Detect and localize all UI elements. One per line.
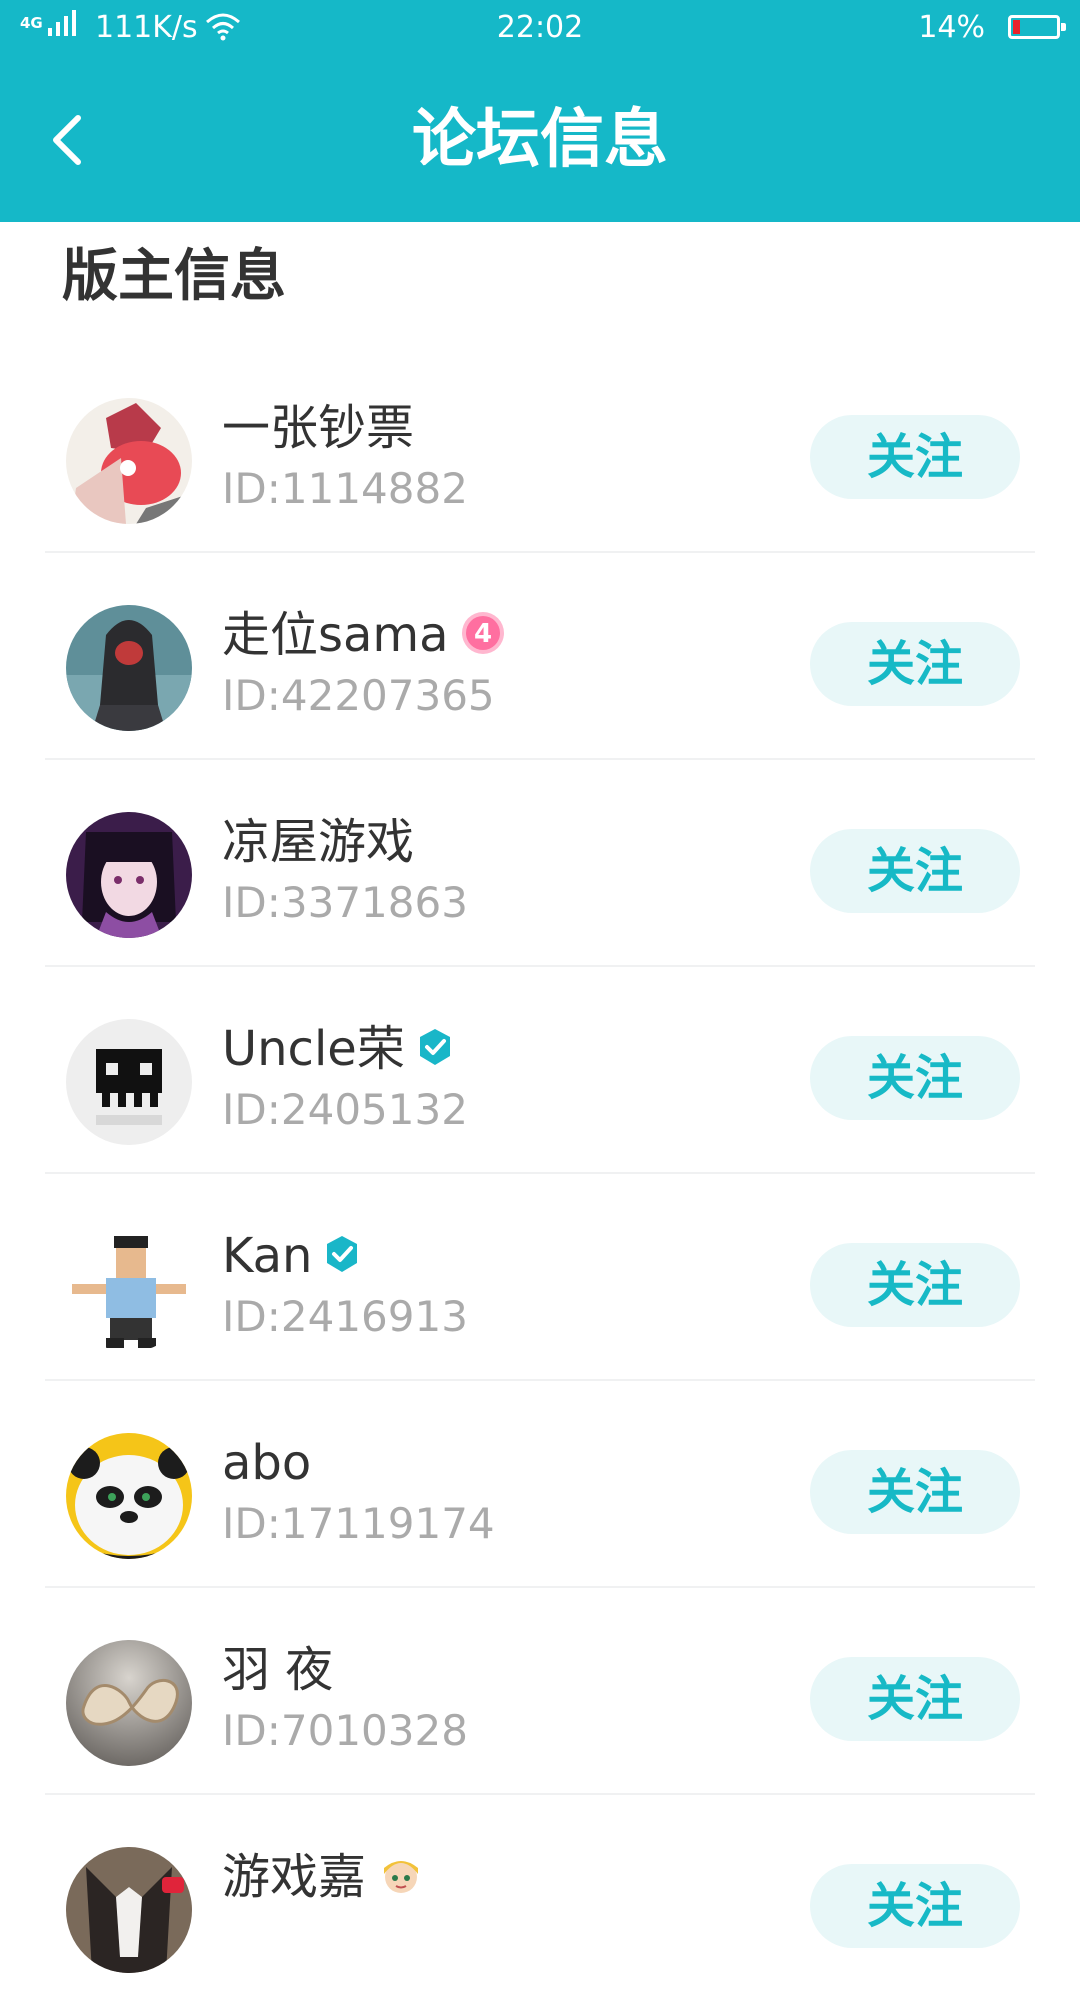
user-id: ID:2416913: [222, 1292, 468, 1341]
list-item[interactable]: abo ID:17119174 关注: [0, 1381, 1080, 1588]
avatar[interactable]: [66, 1847, 192, 1973]
follow-button[interactable]: 关注: [810, 415, 1020, 499]
user-name: 凉屋游戏: [222, 814, 415, 870]
user-id: ID:42207365: [222, 671, 495, 720]
follow-button[interactable]: 关注: [810, 1243, 1020, 1327]
page-title: 论坛信息: [412, 103, 668, 177]
battery-percent: 14%: [918, 10, 985, 45]
list-item[interactable]: Uncle荣 ID:2405132 关注: [0, 967, 1080, 1174]
user-name: abo: [222, 1435, 312, 1491]
emoji-badge-icon: [378, 1852, 424, 1902]
list-item[interactable]: 凉屋游戏 ID:3371863 关注: [0, 760, 1080, 967]
follow-button[interactable]: 关注: [810, 829, 1020, 913]
avatar[interactable]: [66, 1640, 192, 1766]
avatar[interactable]: [66, 1226, 192, 1352]
user-name: 走位sama: [222, 607, 449, 663]
section-title: 版主信息: [62, 244, 286, 309]
user-name: Uncle荣: [222, 1021, 405, 1077]
avatar[interactable]: [66, 1433, 192, 1559]
verified-icon: [417, 1028, 453, 1070]
avatar[interactable]: [66, 398, 192, 524]
user-name: 游戏嘉: [222, 1849, 367, 1905]
list-item[interactable]: 一张钞票 ID:1114882 关注: [0, 346, 1080, 553]
user-name: 一张钞票: [222, 400, 415, 456]
list-item[interactable]: Kan ID:2416913 关注: [0, 1174, 1080, 1381]
user-id: ID:1114882: [222, 464, 468, 513]
list-item[interactable]: 走位sama 4 ID:42207365 关注: [0, 553, 1080, 760]
user-name: 羽 夜: [222, 1642, 334, 1698]
follow-button[interactable]: 关注: [810, 1450, 1020, 1534]
level-badge: 4: [461, 611, 505, 659]
avatar[interactable]: [66, 605, 192, 731]
follow-button[interactable]: 关注: [810, 1657, 1020, 1741]
status-bar: 4G 111K/s 22:02 14%: [0, 0, 1080, 58]
user-id: ID:2405132: [222, 1085, 468, 1134]
verified-icon: [324, 1235, 360, 1277]
user-id: ID:7010328: [222, 1706, 468, 1755]
app-header: 论坛信息: [0, 58, 1080, 222]
user-id: ID:3371863: [222, 878, 468, 927]
list-item[interactable]: 羽 夜 ID:7010328 关注: [0, 1588, 1080, 1795]
user-id: ID:17119174: [222, 1499, 495, 1548]
user-name: Kan: [222, 1228, 313, 1284]
level-badge-text: 4: [474, 619, 492, 649]
moderator-list: 一张钞票 ID:1114882 关注 走位sama 4 ID:42207365 …: [0, 346, 1080, 2002]
avatar[interactable]: [66, 1019, 192, 1145]
follow-button[interactable]: 关注: [810, 1864, 1020, 1948]
follow-button[interactable]: 关注: [810, 1036, 1020, 1120]
avatar[interactable]: [66, 812, 192, 938]
battery-icon: [1008, 15, 1066, 39]
follow-button[interactable]: 关注: [810, 622, 1020, 706]
list-item[interactable]: 游戏嘉 关注: [0, 1795, 1080, 2002]
